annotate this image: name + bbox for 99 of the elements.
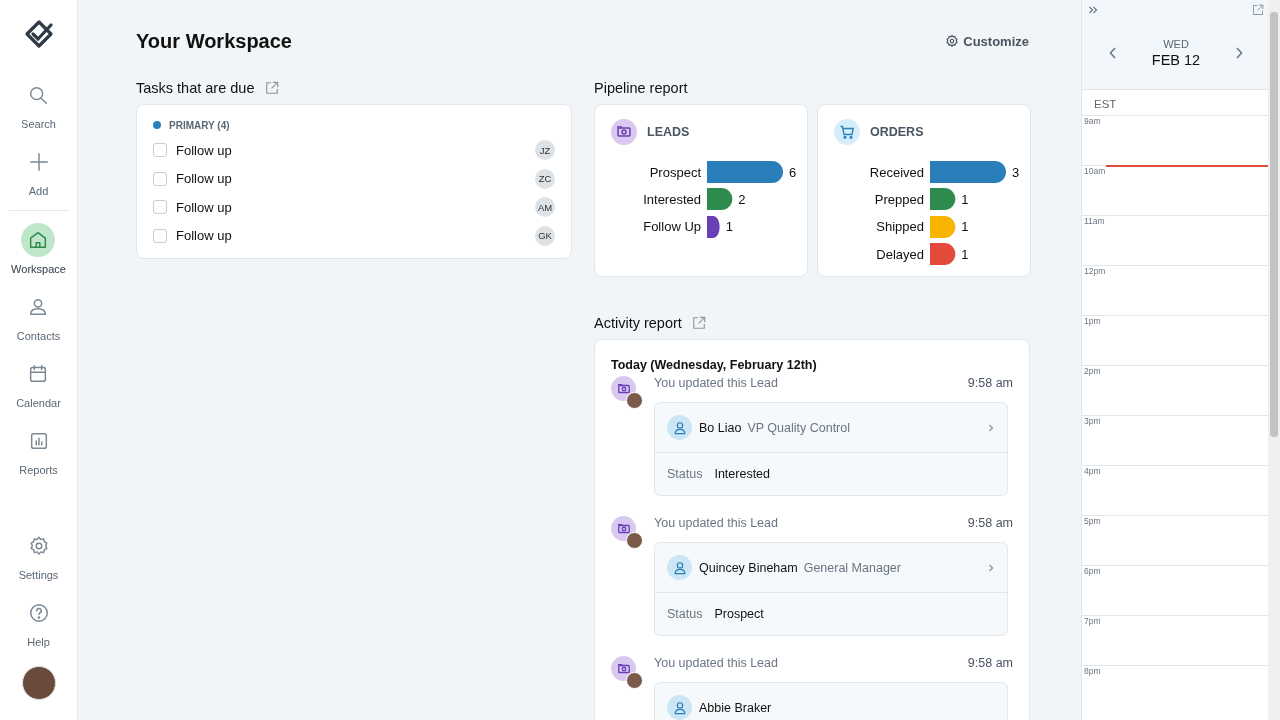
task-checkbox[interactable] [153,171,167,186]
task-checkbox[interactable] [153,200,167,215]
nav-item[interactable]: Workspace [11,223,66,275]
lead-role: VP Quality Control [747,420,851,435]
bar-label: Follow Up [642,219,702,235]
customize-button[interactable]: Customize [943,31,1031,51]
hour-label: 11am [1084,216,1105,226]
group-label: PRIMARY (4) [169,119,230,131]
section-title: Tasks that are due [136,80,255,96]
activity-time: 9:58 am [967,376,1013,392]
section-title: Pipeline report [594,80,688,96]
hour-label: 10am [1084,166,1106,176]
scrollbar[interactable] [1268,0,1280,720]
day-heading: Today (Wednesday, February 12th) [611,358,818,372]
date-label: FEB 12 [1151,52,1201,68]
activity-text: You updated this Lead [654,516,778,532]
chevron-right-icon [987,562,995,573]
bar-value: 3 [1012,164,1020,180]
bar-value: 1 [961,246,969,262]
plus-icon [27,151,50,173]
person-icon [667,555,692,580]
settings-icon [945,34,960,48]
nav-item[interactable]: Reports [19,424,58,476]
task-label: Follow up [176,171,233,187]
assignee-badge: ZC [535,168,555,189]
lead-name: Quincey Bineham [699,560,798,575]
activity-text: You updated this Lead [654,376,778,392]
hour-label: 3pm [1084,416,1101,426]
help-icon [27,602,50,624]
nav-item[interactable]: Help [21,596,56,648]
lead-update-icon [611,376,644,410]
bar-label: Interested [642,191,702,207]
task-checkbox[interactable] [153,143,167,158]
bar-label: Prospect [648,164,702,180]
bar-label: Delayed [875,246,925,262]
activity-time: 9:58 am [967,516,1013,532]
bar-label: Received [868,164,925,180]
field-label: Status [667,467,703,481]
hour-label: 6pm [1084,566,1101,576]
hour-label: 9am [1084,116,1101,126]
bar-label: Prepped [873,191,925,207]
bar-value: 6 [789,164,797,180]
nav-item[interactable]: Add [21,145,56,197]
lead-name: Bo Liao [699,420,742,435]
person-icon [667,415,692,440]
task-label: Follow up [176,199,233,215]
assignee-badge: JZ [535,140,555,161]
hour-label: 5pm [1084,516,1101,526]
lead-link[interactable]: Bo Liao VP Quality Control [655,403,1007,453]
bar-label: Shipped [875,219,925,235]
section-title: Activity report [594,315,682,331]
hour-label: 1pm [1084,316,1101,326]
field-value: Interested [714,467,771,481]
nav-item[interactable]: Contacts [16,290,61,342]
field-value: Prospect [714,607,764,621]
hour-label: 7pm [1084,616,1101,626]
activity-time: 9:58 am [967,656,1013,672]
card-title: ORDERS [870,125,924,139]
hour-label: 2pm [1084,366,1101,376]
user-avatar[interactable] [21,666,56,700]
collapse-icon[interactable] [1088,5,1098,15]
timezone-label: EST [1093,97,1118,112]
lead-role: General Manager [803,560,902,575]
lead-name: Abbie Braker [699,700,772,715]
activity-text: You updated this Lead [654,656,778,672]
external-link-icon[interactable] [1252,4,1264,16]
external-link-icon[interactable] [691,316,706,330]
page-title: Your Workspace [136,29,292,53]
banknote-icon [611,119,637,145]
lead-update-icon [611,516,644,550]
task-label: Follow up [176,228,233,244]
assignee-badge: AM [535,197,555,218]
bar-value: 1 [725,219,733,235]
task-checkbox[interactable] [153,228,167,243]
weekday-label: WED [1163,38,1189,50]
lead-link[interactable]: Quincey Bineham General Manager [655,543,1007,593]
bar-value: 1 [961,219,969,235]
card-title: LEADS [647,125,690,139]
search-icon [27,84,50,106]
previous-day-icon[interactable] [1108,46,1118,60]
nav-item[interactable]: Calendar [16,357,61,409]
hour-label: 12pm [1084,266,1106,276]
lead-update-icon [611,656,644,690]
cart-icon [834,119,860,145]
hour-label: 8pm [1084,666,1101,676]
hour-label: 4pm [1084,466,1101,476]
bar-value: 2 [738,191,746,207]
bar-value: 1 [961,191,969,207]
task-label: Follow up [176,142,233,158]
settings-icon [27,535,50,557]
lead-link[interactable]: Abbie Braker [655,683,1007,720]
external-link-icon[interactable] [264,81,279,95]
person-icon [667,695,692,720]
chevron-right-icon [987,422,995,433]
next-day-icon[interactable] [1234,46,1244,60]
assignee-badge: GK [535,225,555,246]
nav-item[interactable]: Settings [18,529,59,581]
field-label: Status [667,607,703,621]
nav-item[interactable]: Search [21,78,56,130]
